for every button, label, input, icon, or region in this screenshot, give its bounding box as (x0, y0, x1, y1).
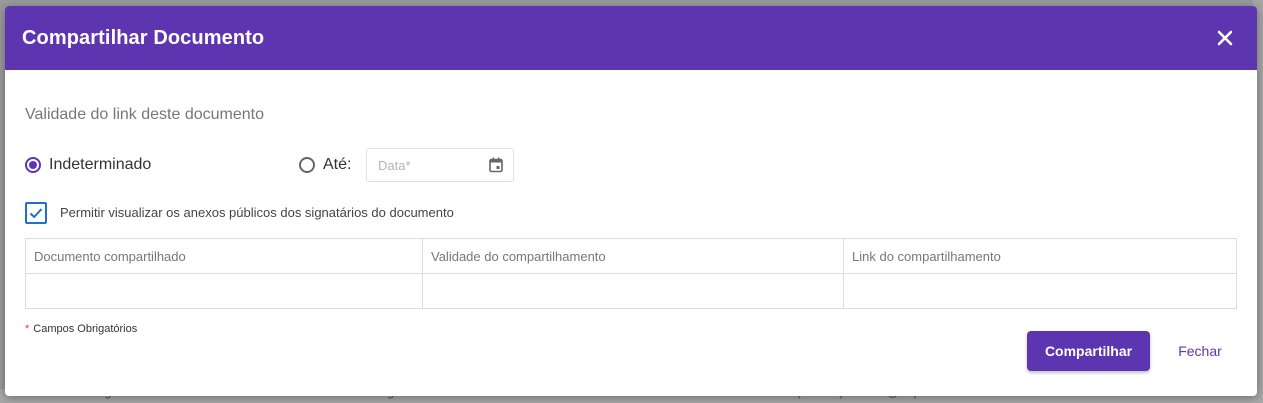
radio-until-label: Até: (323, 156, 352, 173)
check-icon (29, 208, 43, 219)
dialog-title: Compartilhar Documento (22, 26, 265, 49)
close-button[interactable] (1209, 22, 1241, 54)
public-attachments-checkbox[interactable] (25, 202, 47, 224)
validity-label: Validade do link deste documento (25, 106, 264, 123)
radio-indeterminate-circle (25, 157, 41, 173)
table-cell-document (26, 274, 423, 309)
date-input[interactable] (376, 157, 480, 174)
column-header-link: Link do compartilhamento (852, 249, 1001, 264)
table-cell-link (844, 274, 1236, 309)
table-row (26, 274, 1236, 309)
column-header-validity: Validade do compartilhamento (423, 239, 844, 273)
public-attachments-label: Permitir visualizar os anexos públicos d… (60, 205, 454, 220)
close-dialog-button[interactable]: Fechar (1163, 331, 1237, 371)
shares-table: Documento compartilhado Validade do comp… (25, 238, 1237, 309)
dialog-header: Compartilhar Documento (5, 6, 1257, 70)
calendar-icon[interactable] (489, 157, 503, 173)
required-fields-note: * Campos Obrigatórios (25, 323, 137, 335)
table-cell-validity (423, 274, 844, 309)
radio-indeterminate[interactable]: Indeterminado (25, 156, 151, 174)
required-star: * (25, 323, 30, 335)
close-icon (1217, 30, 1233, 46)
required-fields-text: Campos Obrigatórios (33, 323, 138, 335)
column-header-document: Documento compartilhado (26, 239, 423, 273)
radio-until-circle (299, 157, 315, 173)
share-button[interactable]: Compartilhar (1027, 331, 1150, 371)
radio-until[interactable]: Até: (299, 156, 351, 174)
validity-options: Indeterminado Até: (25, 148, 514, 182)
date-field (366, 148, 514, 182)
radio-indeterminate-label: Indeterminado (49, 156, 152, 173)
share-document-dialog: Compartilhar Documento Validade do link … (5, 6, 1257, 396)
table-header: Documento compartilhado Validade do comp… (26, 239, 1236, 274)
